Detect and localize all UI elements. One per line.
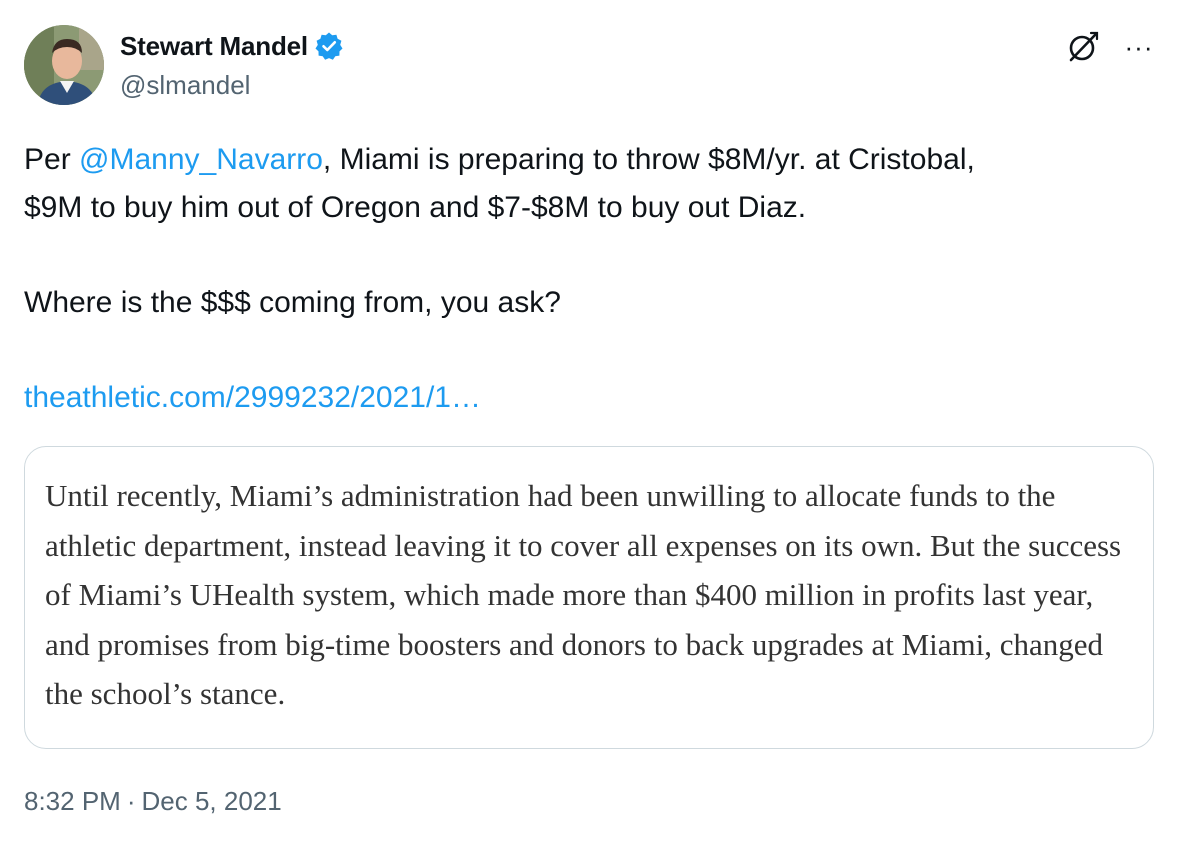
timestamp-date: Dec 5, 2021	[141, 786, 282, 816]
grok-icon	[1069, 31, 1099, 62]
tweet-line-1: Per @Manny_Navarro, Miami is preparing t…	[24, 136, 1154, 184]
verified-badge-icon[interactable]	[314, 31, 344, 61]
author-name-row: Stewart Mandel	[120, 28, 344, 64]
quote-image-card[interactable]: Until recently, Miami’s administration h…	[24, 446, 1154, 749]
quote-text: Until recently, Miami’s administration h…	[45, 478, 1122, 711]
display-name[interactable]: Stewart Mandel	[120, 31, 308, 62]
avatar-image	[24, 25, 104, 105]
author-handle[interactable]: @slmandel	[120, 70, 250, 101]
article-link[interactable]: theathletic.com/2999232/2021/1…	[24, 381, 481, 414]
timestamp-separator: ·	[126, 786, 136, 816]
more-icon: ···	[1124, 31, 1154, 62]
tweet-line-1-rest: , Miami is preparing to throw $8M/yr. at…	[322, 143, 975, 176]
mention-link[interactable]: @Manny_Navarro	[79, 143, 323, 176]
more-options-button[interactable]: ···	[1118, 28, 1160, 66]
tweet-timestamp[interactable]: 8:32 PM · Dec 5, 2021	[24, 786, 282, 817]
tweet-line-2: $9M to buy him out of Oregon and $7-$8M …	[24, 191, 807, 224]
grok-button[interactable]	[1064, 28, 1102, 66]
tweet-line-3: Where is the $$$ coming from, you ask?	[24, 286, 561, 319]
tweet-text: Per @Manny_Navarro, Miami is preparing t…	[24, 136, 1154, 422]
tweet-prefix: Per	[24, 143, 80, 176]
avatar[interactable]	[24, 25, 104, 105]
timestamp-time: 8:32 PM	[24, 786, 121, 816]
